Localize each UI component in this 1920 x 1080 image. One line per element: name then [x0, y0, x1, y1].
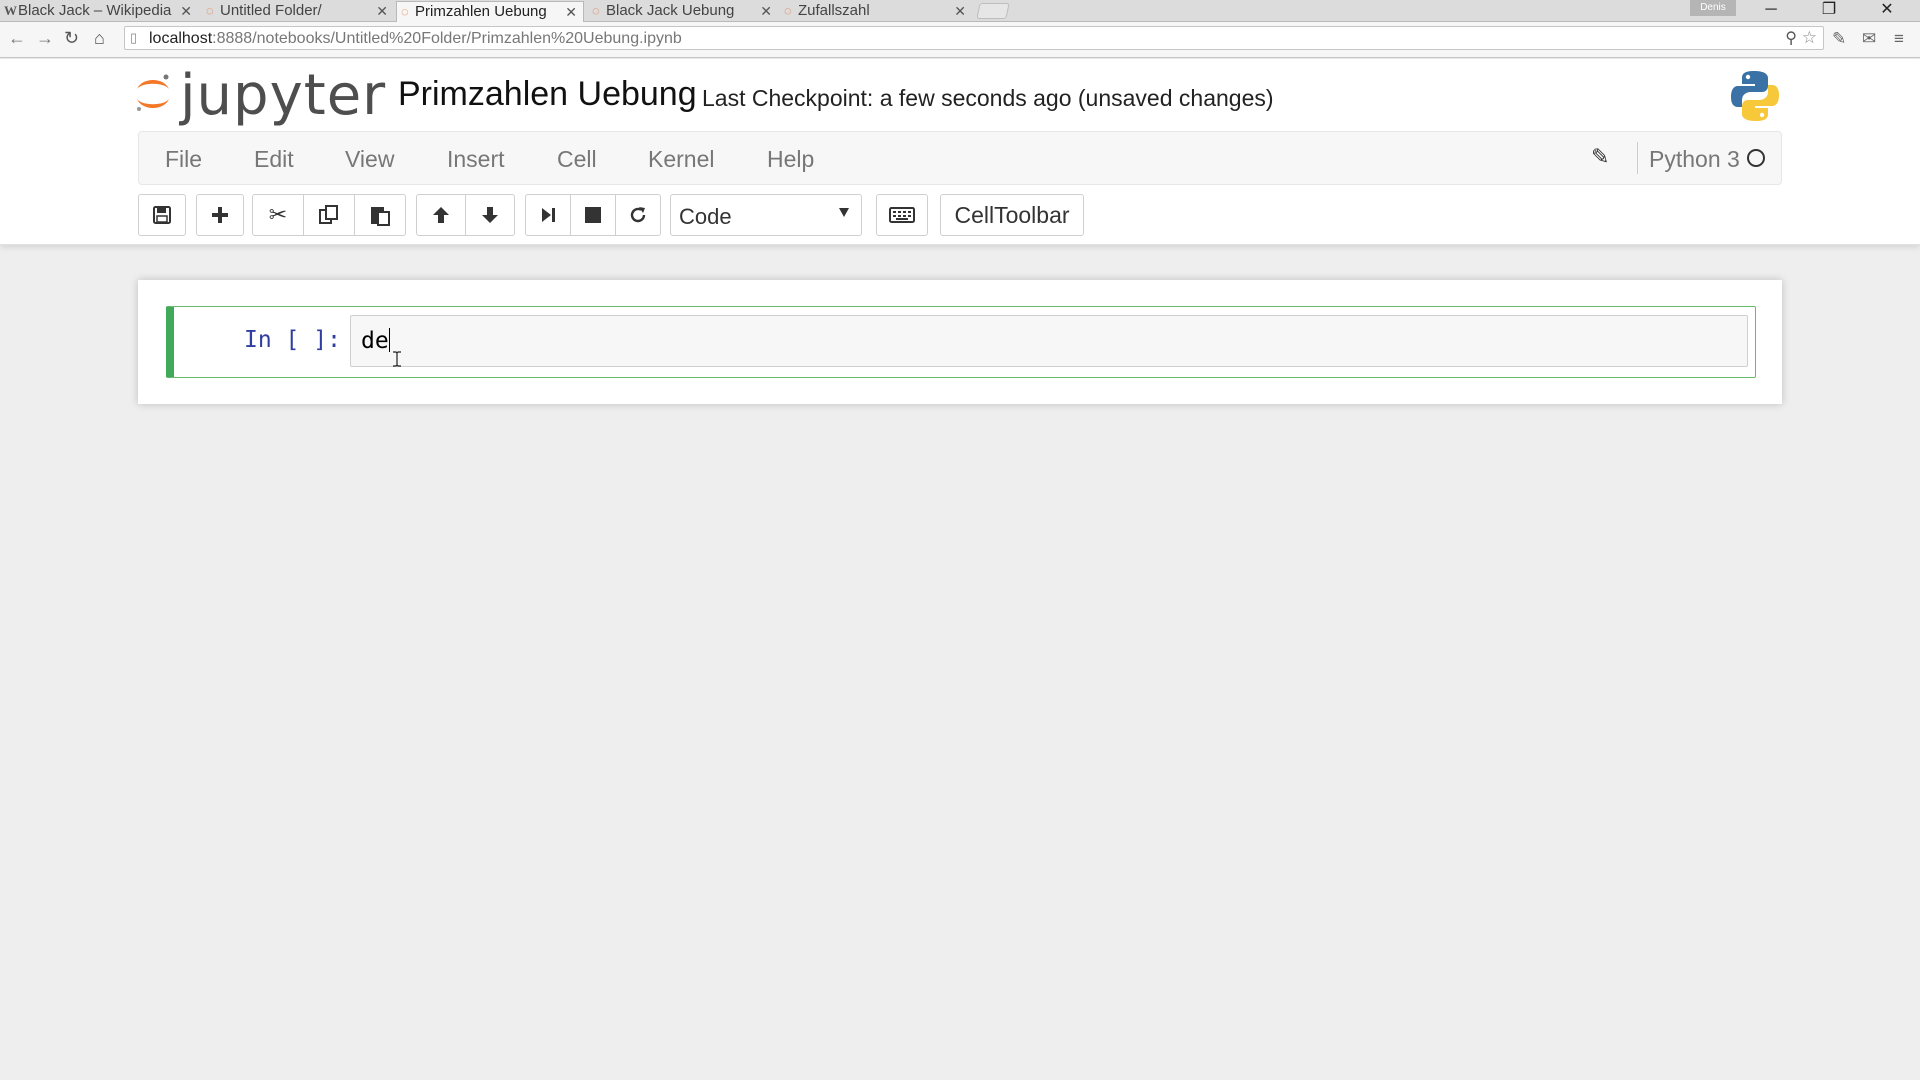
code-editor[interactable]: de	[350, 315, 1748, 367]
insert-cell-button[interactable]	[196, 194, 244, 236]
code-cell[interactable]: In [ ]: de	[166, 306, 1756, 378]
plus-icon	[212, 207, 228, 223]
home-icon[interactable]: ⌂	[94, 28, 105, 49]
move-down-button[interactable]	[465, 194, 515, 236]
cell-type-select[interactable]: Code	[670, 194, 862, 236]
cut-button[interactable]: ✂	[252, 194, 304, 236]
menu-edit[interactable]: Edit	[254, 146, 294, 173]
menu-help[interactable]: Help	[767, 146, 814, 173]
close-tab-icon[interactable]: ✕	[565, 2, 577, 22]
bookmark-star-icon[interactable]: ☆	[1802, 28, 1817, 48]
tab-title: Primzahlen Uebung	[415, 3, 547, 20]
arrow-up-icon	[433, 207, 449, 223]
minimize-icon[interactable]: ─	[1746, 0, 1796, 22]
jupyter-icon: ◌	[401, 4, 409, 19]
floppy-disk-icon	[153, 206, 171, 224]
browser-tab[interactable]: ◌ Untitled Folder/ ✕	[202, 1, 394, 22]
browser-toolbar: ← → ↻ ⌂ ▯ localhost:8888/notebooks/Untit…	[0, 22, 1920, 58]
url-host: localhost	[149, 30, 213, 47]
caret-down-icon	[839, 208, 849, 217]
step-forward-icon	[542, 208, 555, 222]
browser-tab-bar: W Black Jack – Wikipedia ✕ ◌ Untitled Fo…	[0, 0, 1920, 22]
jupyter-icon: ◌	[784, 3, 792, 18]
browser-tab[interactable]: ◌ Zufallszahl ✕	[780, 1, 972, 22]
kernel-idle-indicator	[1747, 149, 1765, 167]
refresh-icon	[630, 207, 646, 223]
jupyter-header: jupyter Primzahlen Uebung Last Checkpoin…	[0, 59, 1920, 245]
close-tab-icon[interactable]: ✕	[376, 1, 388, 21]
close-tab-icon[interactable]: ✕	[954, 1, 966, 21]
address-bar[interactable]: ▯ localhost:8888/notebooks/Untitled%20Fo…	[124, 26, 1824, 50]
extension-icon[interactable]: ✎	[1832, 29, 1846, 49]
copy-icon	[319, 205, 338, 224]
paste-button[interactable]	[354, 194, 406, 236]
input-prompt: In [ ]:	[244, 327, 341, 353]
browser-menu-icon[interactable]: ≡	[1894, 29, 1904, 49]
jupyter-icon: ◌	[592, 3, 600, 18]
kernel-name: Python 3	[1649, 146, 1740, 172]
cell-type-value: Code	[679, 204, 732, 229]
browser-tab[interactable]: ◌ Black Jack Uebung ✕	[588, 1, 778, 22]
menu-insert[interactable]: Insert	[447, 146, 505, 173]
page-info-icon[interactable]: ▯	[130, 30, 137, 46]
run-cell-button[interactable]	[525, 194, 571, 236]
save-button[interactable]	[138, 194, 186, 236]
move-up-button[interactable]	[416, 194, 466, 236]
url-text: localhost:8888/notebooks/Untitled%20Fold…	[149, 30, 682, 48]
python-logo-icon	[1731, 71, 1779, 121]
command-palette-button[interactable]	[876, 194, 928, 236]
pencil-icon[interactable]: ✎	[1591, 144, 1609, 170]
mail-extension-icon[interactable]: ✉	[1862, 29, 1876, 49]
close-window-icon[interactable]: ✕	[1862, 0, 1912, 22]
code-text: de	[361, 328, 390, 354]
interrupt-kernel-button[interactable]	[570, 194, 616, 236]
notebook-container: In [ ]: de	[138, 280, 1782, 404]
keyboard-icon	[889, 207, 915, 223]
notebook-name[interactable]: Primzahlen Uebung	[398, 75, 697, 114]
wikipedia-icon: W	[4, 3, 17, 18]
copy-button[interactable]	[303, 194, 355, 236]
tab-title: Zufallszahl	[798, 2, 870, 19]
stop-icon	[585, 207, 601, 223]
ibeam-cursor-icon	[393, 351, 401, 367]
menu-view[interactable]: View	[345, 146, 394, 173]
tab-title: Black Jack – Wikipedia	[18, 2, 172, 19]
paste-icon	[371, 207, 390, 226]
tab-title: Black Jack Uebung	[606, 2, 735, 19]
reload-icon[interactable]: ↻	[64, 28, 79, 49]
code-content: de	[361, 328, 389, 354]
menu-bar: File Edit View Insert Cell Kernel Help ✎…	[138, 131, 1782, 185]
text-cursor	[388, 328, 390, 352]
restart-kernel-button[interactable]	[615, 194, 661, 236]
close-tab-icon[interactable]: ✕	[180, 1, 192, 21]
zoom-icon[interactable]: ⚲	[1785, 28, 1797, 48]
restore-icon[interactable]: ❐	[1804, 0, 1854, 22]
jupyter-icon: ◌	[206, 3, 214, 18]
jupyter-logo-icon	[137, 74, 169, 111]
arrow-down-icon	[482, 207, 498, 223]
url-path: :8888/notebooks/Untitled%20Folder/Primza…	[212, 30, 682, 47]
menu-file[interactable]: File	[165, 146, 202, 173]
tab-title: Untitled Folder/	[220, 2, 322, 19]
browser-tab-active[interactable]: ◌ Primzahlen Uebung ✕	[396, 1, 584, 22]
back-icon[interactable]: ←	[8, 28, 26, 49]
browser-tab[interactable]: W Black Jack – Wikipedia ✕	[0, 1, 198, 22]
scissors-icon: ✂	[268, 202, 288, 227]
kernel-separator	[1637, 142, 1638, 174]
menu-kernel[interactable]: Kernel	[648, 146, 714, 173]
menu-cell[interactable]: Cell	[557, 146, 597, 173]
new-tab-button[interactable]	[976, 3, 1010, 19]
logo-text: jupyter	[180, 63, 387, 128]
celltoolbar-button[interactable]: CellToolbar	[940, 194, 1084, 236]
close-tab-icon[interactable]: ✕	[760, 1, 772, 21]
checkpoint-status: Last Checkpoint: a few seconds ago (unsa…	[702, 85, 1274, 111]
profile-badge[interactable]: Denis	[1690, 0, 1736, 16]
forward-icon[interactable]: →	[36, 28, 54, 49]
